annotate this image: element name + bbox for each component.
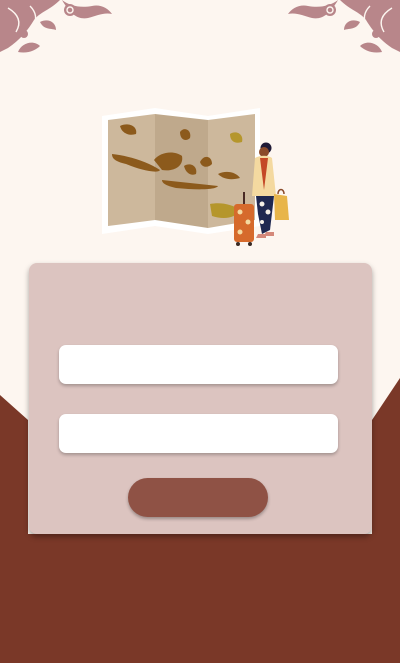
travel-map-illustration bbox=[102, 108, 289, 246]
floral-ornament-icon bbox=[288, 0, 400, 53]
submit-button[interactable] bbox=[128, 478, 268, 517]
second-input-field[interactable] bbox=[59, 414, 338, 453]
first-input-field[interactable] bbox=[59, 345, 338, 384]
floral-ornament-icon bbox=[0, 0, 112, 53]
form-card bbox=[29, 263, 372, 534]
